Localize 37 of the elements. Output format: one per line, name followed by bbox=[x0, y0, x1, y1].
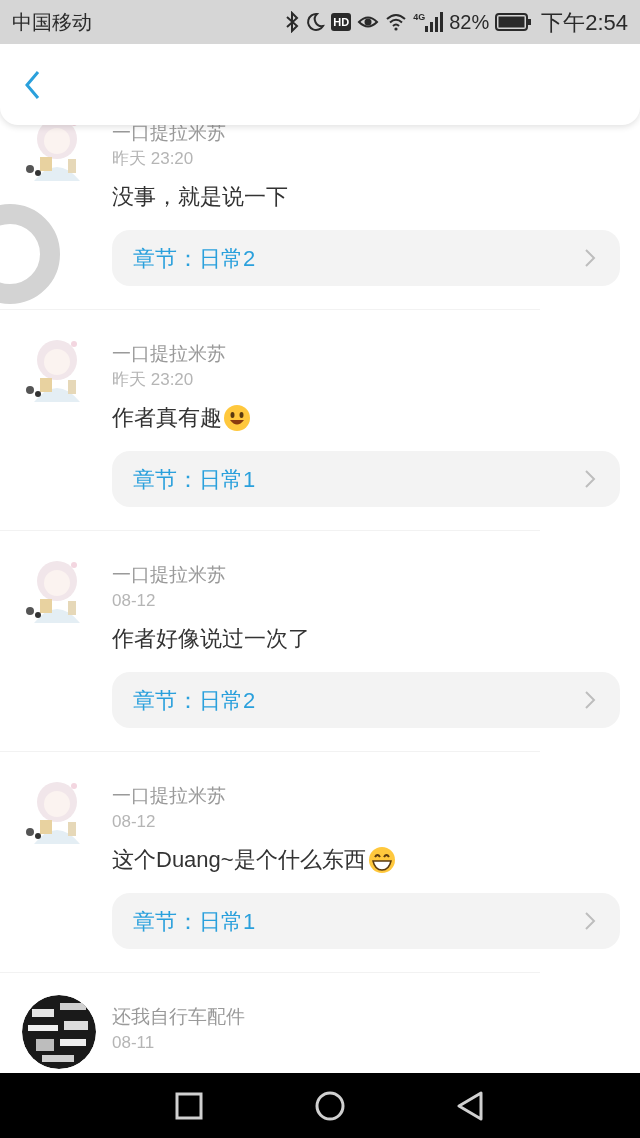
comment-time: 昨天 23:20 bbox=[112, 148, 195, 170]
clock-time: 下午2:54 bbox=[541, 8, 628, 37]
signal-icon bbox=[425, 12, 444, 32]
chapter-link[interactable]: 章节：日常2 bbox=[112, 230, 620, 286]
comment-time: 08-12 bbox=[112, 811, 157, 833]
chevron-right-icon bbox=[584, 690, 596, 710]
smiley-icon bbox=[223, 404, 251, 432]
comment-time: 08-12 bbox=[112, 590, 157, 612]
chevron-right-icon bbox=[584, 469, 596, 489]
comment-text: 作者真有趣 bbox=[112, 404, 222, 432]
moon-icon bbox=[305, 12, 326, 32]
comment-text: 没事，就是说一下 bbox=[112, 183, 288, 211]
bluetooth-icon bbox=[285, 11, 300, 33]
user-name: 还我自行车配件 bbox=[112, 1005, 246, 1029]
user-name: 一口提拉米苏 bbox=[112, 563, 227, 587]
carrier-name: 中国移动 bbox=[12, 10, 92, 35]
user-name: 一口提拉米苏 bbox=[112, 342, 227, 366]
user-name: 一口提拉米苏 bbox=[112, 784, 227, 808]
grinning-face-icon bbox=[366, 846, 397, 874]
comment-text: 这个Duang~是个什么东西 bbox=[112, 846, 366, 874]
chapter-link[interactable]: 章节：日常2 bbox=[112, 672, 620, 728]
chevron-right-icon bbox=[584, 248, 596, 268]
comment-time: 昨天 23:20 bbox=[112, 369, 195, 391]
comment-time: 08-11 bbox=[112, 1032, 156, 1054]
wifi-icon bbox=[385, 13, 408, 31]
chapter-link[interactable]: 章节：日常1 bbox=[112, 893, 620, 949]
back-icon bbox=[24, 69, 40, 100]
battery-percent: 82% bbox=[449, 10, 490, 35]
comment-text: 作者好像说过一次了 bbox=[112, 625, 310, 653]
back-triangle-icon[interactable] bbox=[457, 1090, 483, 1121]
battery-icon bbox=[495, 13, 532, 31]
home-icon[interactable] bbox=[315, 1090, 345, 1121]
network-type: 4G bbox=[413, 12, 426, 22]
chevron-right-icon bbox=[584, 911, 596, 931]
chapter-link[interactable]: 章节：日常1 bbox=[112, 451, 620, 507]
hd-badge: HD bbox=[331, 13, 352, 31]
square-icon[interactable] bbox=[175, 1091, 203, 1120]
